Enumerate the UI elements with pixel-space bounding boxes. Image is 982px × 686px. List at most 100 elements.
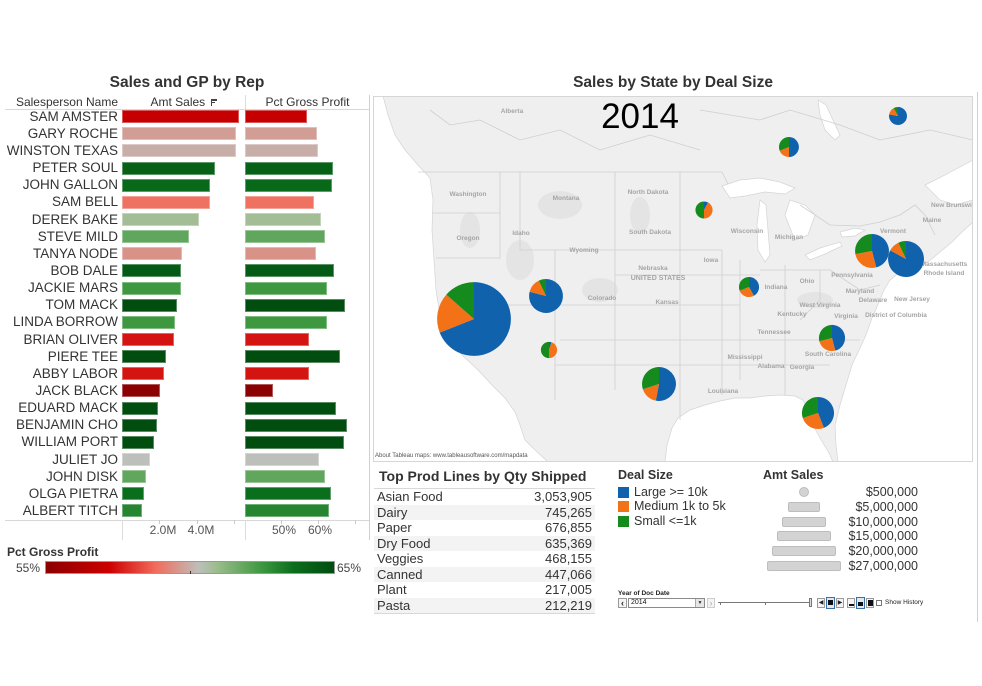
rep-name-label[interactable]: SAM BELL bbox=[0, 193, 118, 211]
pct-gross-profit-bar[interactable] bbox=[245, 418, 347, 432]
pct-gross-profit-bar[interactable] bbox=[245, 384, 274, 398]
rep-name-label[interactable]: TANYA NODE bbox=[0, 245, 118, 263]
amt-sales-bar[interactable] bbox=[122, 298, 178, 312]
rep-name-label[interactable]: JACKIE MARS bbox=[0, 279, 118, 297]
amt-sales-bar[interactable] bbox=[122, 195, 211, 209]
legend-item-label[interactable]: Small <=1k bbox=[634, 514, 697, 528]
stop-button[interactable] bbox=[826, 597, 835, 609]
header-amt-sales[interactable]: Amt Sales bbox=[122, 95, 245, 109]
amt-sales-bar[interactable] bbox=[122, 435, 155, 449]
map-pie[interactable] bbox=[888, 241, 924, 277]
pct-gross-profit-bar[interactable] bbox=[245, 298, 345, 312]
pct-gross-profit-bar[interactable] bbox=[245, 281, 328, 295]
amt-sales-bar[interactable] bbox=[122, 161, 216, 175]
pct-gross-profit-bar[interactable] bbox=[245, 470, 325, 484]
rep-name-label[interactable]: BRIAN OLIVER bbox=[0, 331, 118, 349]
map-pie[interactable] bbox=[818, 324, 846, 352]
amt-sales-bar[interactable] bbox=[122, 230, 189, 244]
map-pie[interactable] bbox=[855, 234, 889, 268]
amt-sales-bar[interactable] bbox=[122, 453, 150, 466]
map-pie[interactable] bbox=[437, 282, 511, 356]
table-row[interactable]: Asian Food 3,053,905 bbox=[374, 489, 595, 505]
rep-name-label[interactable]: PIERE TEE bbox=[0, 348, 118, 366]
rep-name-label[interactable]: SAM AMSTER bbox=[0, 108, 118, 126]
legend-item-label[interactable]: Large >= 10k bbox=[634, 485, 708, 499]
pct-gross-profit-bar[interactable] bbox=[245, 435, 344, 449]
table-row[interactable]: Dairy 745,265 bbox=[374, 504, 595, 520]
speed-medium-button[interactable] bbox=[856, 597, 865, 609]
amt-sales-bar[interactable] bbox=[122, 178, 211, 192]
map-pie[interactable] bbox=[540, 341, 558, 359]
show-history-checkbox[interactable] bbox=[876, 600, 882, 606]
pct-gross-profit-bar[interactable] bbox=[245, 401, 336, 415]
rep-name-label[interactable]: ALBERT TITCH bbox=[0, 502, 118, 520]
rep-name-label[interactable]: BOB DALE bbox=[0, 262, 118, 280]
amt-sales-bar[interactable] bbox=[122, 281, 181, 295]
table-row[interactable]: Dry Food 635,369 bbox=[374, 535, 595, 551]
amt-sales-bar[interactable] bbox=[122, 110, 239, 124]
pct-legend-gradient[interactable] bbox=[45, 561, 335, 574]
pct-gross-profit-bar[interactable] bbox=[245, 178, 332, 192]
pct-gross-profit-bar[interactable] bbox=[245, 161, 333, 175]
pct-gross-profit-bar[interactable] bbox=[245, 230, 325, 244]
map-pie[interactable] bbox=[529, 279, 563, 313]
pct-gross-profit-bar[interactable] bbox=[245, 504, 329, 518]
table-row[interactable]: Plant 217,005 bbox=[374, 582, 595, 598]
amt-sales-bar[interactable] bbox=[122, 144, 236, 158]
chevron-down-icon[interactable]: ▼ bbox=[695, 599, 704, 607]
rep-name-label[interactable]: JACK BLACK bbox=[0, 382, 118, 400]
legend-item-label[interactable]: Medium 1k to 5k bbox=[634, 499, 726, 513]
table-row[interactable]: Veggies 468,155 bbox=[374, 551, 595, 567]
amt-sales-bar[interactable] bbox=[122, 315, 175, 329]
play-backward-button[interactable]: ◀ bbox=[817, 598, 825, 608]
rep-name-label[interactable]: JULIET JO bbox=[0, 451, 118, 469]
map-pie[interactable] bbox=[889, 107, 907, 125]
rep-name-label[interactable]: WINSTON TEXAS bbox=[0, 142, 118, 160]
table-row[interactable]: Paper 676,855 bbox=[374, 520, 595, 536]
pct-gross-profit-bar[interactable] bbox=[245, 367, 309, 381]
play-forward-button[interactable]: ▶ bbox=[836, 598, 844, 608]
map-attribution-link[interactable]: About Tableau maps: www.tableausoftware.… bbox=[375, 453, 528, 459]
pct-gross-profit-bar[interactable] bbox=[245, 350, 340, 364]
speed-fast-button[interactable] bbox=[866, 598, 874, 608]
previous-year-button[interactable]: ‹ bbox=[618, 598, 627, 608]
rep-name-label[interactable]: OLGA PIETRA bbox=[0, 485, 118, 503]
rep-name-label[interactable]: DEREK BAKE bbox=[0, 211, 118, 229]
amt-sales-bar[interactable] bbox=[122, 213, 200, 227]
rep-name-label[interactable]: LINDA BORROW bbox=[0, 313, 118, 331]
legend-swatch[interactable] bbox=[618, 486, 629, 498]
year-slider-handle[interactable] bbox=[809, 598, 812, 607]
speed-slow-button[interactable] bbox=[847, 598, 855, 608]
legend-swatch[interactable] bbox=[618, 501, 629, 512]
pct-gross-profit-bar[interactable] bbox=[245, 333, 309, 347]
pct-gross-profit-bar[interactable] bbox=[245, 487, 332, 501]
map-pie[interactable] bbox=[695, 201, 713, 219]
rep-name-label[interactable]: PETER SOUL bbox=[0, 159, 118, 177]
table-row[interactable]: Canned 447,066 bbox=[374, 566, 595, 582]
pct-gross-profit-bar[interactable] bbox=[245, 315, 328, 329]
amt-sales-bar[interactable] bbox=[122, 350, 166, 364]
pct-gross-profit-bar[interactable] bbox=[245, 213, 321, 227]
amt-sales-bar[interactable] bbox=[122, 333, 175, 347]
year-slider-track[interactable] bbox=[718, 602, 810, 603]
amt-sales-bar[interactable] bbox=[122, 127, 236, 141]
pct-gross-profit-bar[interactable] bbox=[245, 127, 317, 141]
map[interactable]: Alberta Washington Montana North Dakota … bbox=[373, 96, 973, 462]
sort-descending-icon[interactable] bbox=[210, 99, 217, 106]
pct-gross-profit-bar[interactable] bbox=[245, 195, 314, 209]
amt-sales-bar[interactable] bbox=[122, 384, 161, 398]
rep-name-label[interactable]: JOHN GALLON bbox=[0, 176, 118, 194]
amt-sales-bar[interactable] bbox=[122, 470, 147, 484]
rep-name-label[interactable]: GARY ROCHE bbox=[0, 125, 118, 143]
amt-sales-bar[interactable] bbox=[122, 487, 144, 501]
pct-gross-profit-bar[interactable] bbox=[245, 247, 317, 261]
amt-sales-bar[interactable] bbox=[122, 504, 142, 518]
amt-sales-bar[interactable] bbox=[122, 418, 158, 432]
map-pie[interactable] bbox=[738, 276, 760, 298]
rep-name-label[interactable]: EDUARD MACK bbox=[0, 399, 118, 417]
rep-name-label[interactable]: JOHN DISK bbox=[0, 468, 118, 486]
next-year-button[interactable]: › bbox=[707, 598, 715, 608]
rep-name-label[interactable]: TOM MACK bbox=[0, 296, 118, 314]
amt-sales-bar[interactable] bbox=[122, 247, 183, 261]
table-row[interactable]: Pasta 212,219 bbox=[374, 597, 595, 613]
